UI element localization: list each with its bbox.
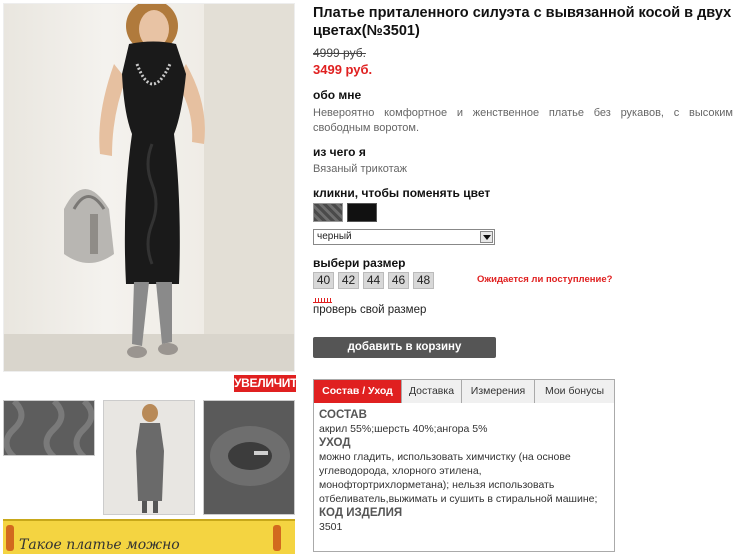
old-price: 4999 руб. xyxy=(313,46,366,60)
promo-banner[interactable]: Такое платье можно xyxy=(3,519,295,554)
composition-heading: СОСТАВ xyxy=(319,409,367,421)
chevron-down-icon[interactable] xyxy=(480,231,493,243)
info-tabs: Состав / Уход Доставка Измерения Мои бон… xyxy=(313,379,615,552)
tab-bar: Состав / Уход Доставка Измерения Мои бон… xyxy=(314,380,614,403)
size-option-44[interactable]: 44 xyxy=(363,272,384,289)
size-option-48[interactable]: 48 xyxy=(413,272,434,289)
carrot-icon xyxy=(273,525,281,551)
tab-composition[interactable]: Состав / Уход xyxy=(314,380,402,403)
availability-link[interactable]: Ожидается ли поступление? xyxy=(477,274,612,285)
about-heading: обо мне xyxy=(313,88,362,102)
add-to-cart-button[interactable]: добавить в корзину xyxy=(313,337,496,358)
carrot-icon xyxy=(6,525,14,551)
size-option-46[interactable]: 46 xyxy=(388,272,409,289)
size-option-42[interactable]: 42 xyxy=(338,272,359,289)
promo-banner-text: Такое платье можно xyxy=(19,537,180,553)
color-select[interactable]: черный xyxy=(313,229,495,245)
care-text: можно гладить, использовать химчистку (н… xyxy=(319,451,598,505)
size-heading: выбери размер xyxy=(313,256,406,270)
ruler-icon xyxy=(313,297,332,303)
thumbnail-collar[interactable] xyxy=(203,400,295,515)
product-main-photo[interactable] xyxy=(3,3,295,372)
color-heading: кликни, чтобы поменять цвет xyxy=(313,186,491,200)
material-heading: из чего я xyxy=(313,145,366,159)
check-size-link[interactable]: проверь свой размер xyxy=(313,304,426,316)
product-title: Платье приталенного силуэта с вывязанной… xyxy=(313,5,732,39)
size-option-40[interactable]: 40 xyxy=(313,272,334,289)
material-text: Вязаный трикотаж xyxy=(313,163,408,175)
product-code: 3501 xyxy=(319,521,343,533)
tab-delivery[interactable]: Доставка xyxy=(402,380,462,403)
tab-measurements[interactable]: Измерения xyxy=(462,380,535,403)
tab-bonuses[interactable]: Мои бонусы xyxy=(535,380,614,403)
tab-content: СОСТАВ акрил 55%;шерсть 40%;ангора 5% УХ… xyxy=(319,408,609,534)
color-swatch-gray[interactable] xyxy=(313,203,343,222)
color-select-value: черный xyxy=(317,231,352,242)
zoom-button[interactable]: УВЕЛИЧИТЬ xyxy=(234,375,306,392)
care-heading: УХОД xyxy=(319,437,351,449)
about-text: Невероятно комфортное и женственное плат… xyxy=(313,107,733,134)
product-code-heading: КОД ИЗДЕЛИЯ xyxy=(319,507,403,519)
new-price: 3499 руб. xyxy=(313,62,373,77)
thumbnail-fabric[interactable] xyxy=(3,400,95,456)
composition-text: акрил 55%;шерсть 40%;ангора 5% xyxy=(319,423,488,435)
color-swatch-black[interactable] xyxy=(347,203,377,222)
thumbnail-gray-dress[interactable] xyxy=(103,400,195,515)
